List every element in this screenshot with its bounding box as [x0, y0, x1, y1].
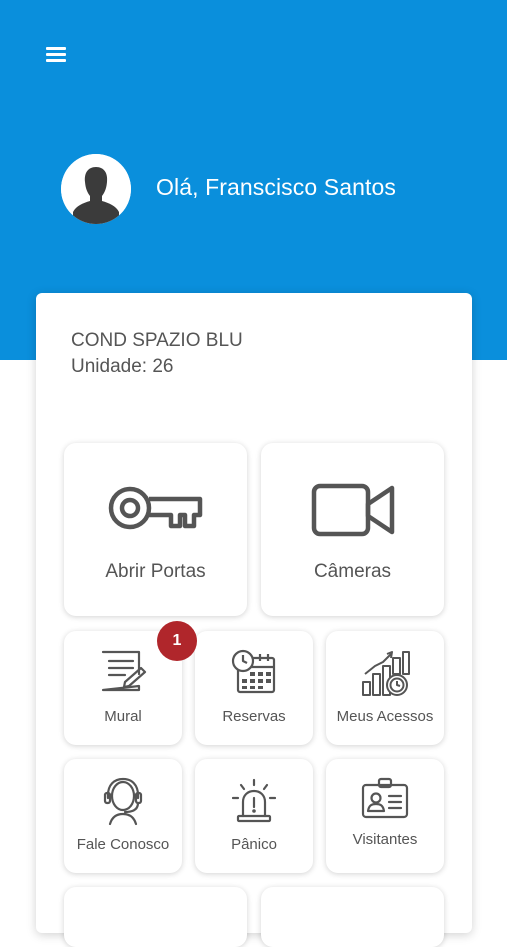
open-doors-button[interactable]: Abrir Portas — [64, 443, 247, 616]
condo-unit: Unidade: 26 — [71, 356, 174, 377]
visitors-button[interactable]: Visitantes — [326, 759, 444, 873]
key-icon — [108, 486, 203, 530]
my-access-button[interactable]: Meus Acessos — [326, 631, 444, 745]
video-camera-icon — [311, 483, 395, 537]
tile-partial-right[interactable] — [261, 887, 444, 947]
my-access-label: Meus Acessos — [336, 708, 434, 725]
contact-us-button[interactable]: Fale Conosco — [64, 759, 182, 873]
cameras-label: Câmeras — [313, 561, 392, 582]
contact-us-label: Fale Conosco — [76, 836, 170, 853]
condo-name: COND SPAZIO BLU — [71, 330, 243, 351]
reservations-button[interactable]: Reservas — [195, 631, 313, 745]
hamburger-menu-icon[interactable] — [44, 43, 70, 65]
reservations-label: Reservas — [222, 708, 286, 725]
id-badge-icon — [361, 777, 409, 819]
greeting-text: Olá, Franscisco Santos — [156, 174, 396, 200]
open-doors-label: Abrir Portas — [105, 561, 206, 582]
growth-chart-icon — [362, 651, 410, 696]
calendar-clock-icon — [231, 649, 276, 694]
panic-button[interactable]: Pânico — [195, 759, 313, 873]
notepad-icon — [101, 650, 147, 692]
tile-partial-left[interactable] — [64, 887, 247, 947]
cameras-button[interactable]: Câmeras — [261, 443, 444, 616]
panic-label: Pânico — [231, 836, 277, 853]
user-silhouette-icon — [61, 154, 131, 224]
mural-notification-badge[interactable]: 1 — [157, 621, 197, 661]
avatar[interactable] — [61, 154, 131, 224]
mural-label: Mural — [104, 708, 142, 725]
alarm-siren-icon — [232, 778, 276, 823]
headset-icon — [103, 777, 143, 826]
visitors-label: Visitantes — [352, 831, 418, 848]
